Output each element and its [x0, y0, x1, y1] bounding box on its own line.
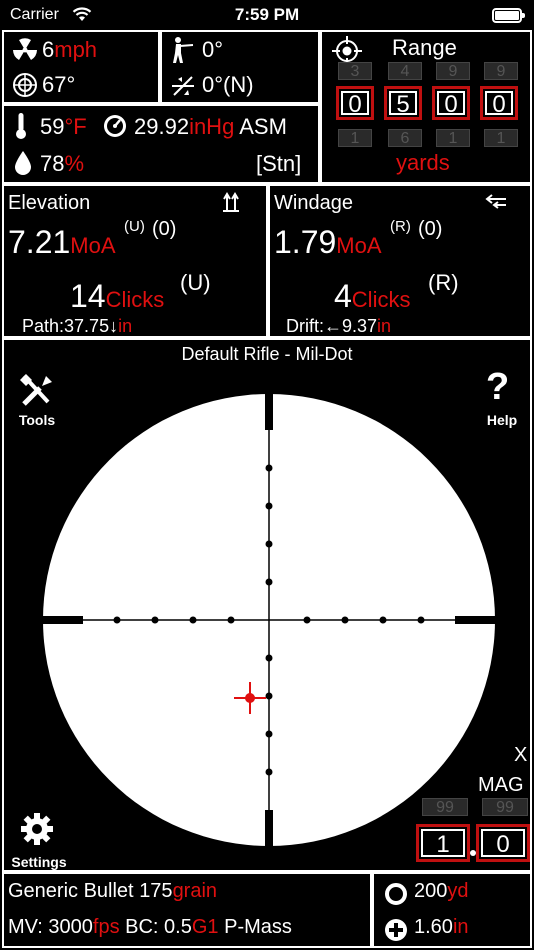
elevation-moa: 7.21MoA [8, 224, 116, 260]
tools-icon[interactable] [18, 372, 54, 408]
windage-clicks-direction: (R) [428, 270, 459, 295]
help-icon[interactable]: ? [486, 366, 509, 409]
range-digit-below: 6 [388, 129, 422, 147]
wind-direction-icon [13, 73, 37, 97]
status-bar: Carrier 7:59 PM [0, 0, 534, 30]
range-digit-wheel[interactable]: 0 [432, 86, 470, 120]
atmosphere-panel[interactable]: 59°F 29.92inHg ASM 78% [Stn] [2, 104, 320, 184]
range-title: Range [392, 35, 457, 60]
help-label[interactable]: Help [478, 412, 526, 428]
pressure-gauge-icon [104, 115, 126, 137]
shooter-icon [173, 37, 194, 63]
range-digit-above: 4 [388, 62, 422, 80]
incline-angle: 0° [202, 37, 224, 62]
windage-zero: (0) [418, 218, 443, 240]
windage-direction: (R) [390, 218, 411, 235]
elevation-clicks: 14Clicks [70, 278, 165, 314]
radiation-wind-icon [13, 38, 37, 60]
range-digit-wheel[interactable]: 0 [480, 86, 518, 120]
elevation-clicks-direction: (U) [180, 270, 211, 295]
windage-panel[interactable]: Windage 1.79MoA (R) (0) 4Clicks (R) Drif… [268, 184, 532, 338]
wind-speed: 6mph [42, 37, 98, 62]
windage-clicks: 4Clicks [334, 278, 411, 314]
cant-angle: 0°(N) [202, 72, 254, 97]
mag-x-label: X [514, 744, 528, 766]
scope-panel[interactable]: Default Rifle - Mil-Dot Tools ? Help Set… [2, 338, 532, 872]
range-digit-below: 1 [484, 129, 518, 147]
bullet-panel[interactable]: Generic Bullet 175grain MV: 3000fps BC: … [2, 872, 372, 948]
sight-height-plus-icon [385, 919, 407, 941]
windage-drift: Drift:←9.37in [286, 316, 392, 336]
settings-label[interactable]: Settings [6, 854, 72, 870]
reticle[interactable] [4, 340, 530, 870]
humidity: 78% [40, 151, 85, 176]
wind-direction: 67° [42, 72, 76, 97]
station-mode: [Stn] [256, 151, 302, 176]
bullet-ballistics: MV: 3000fps BC: 0.5G1 P-Mass [8, 916, 292, 938]
elevation-up-arrows-icon[interactable] [222, 192, 240, 212]
elevation-path: Path:37.75↓in [22, 316, 133, 336]
elevation-title: Elevation [8, 192, 91, 214]
mag-digit-above: 99 [482, 798, 528, 816]
range-digit-wheel[interactable]: 0 [336, 86, 374, 120]
temperature: 59°F [40, 114, 87, 139]
range-digit-above: 9 [436, 62, 470, 80]
mag-digit-above: 99 [422, 798, 468, 816]
thermometer-icon [16, 113, 26, 139]
mag-digit-wheel[interactable]: 0 [476, 824, 530, 862]
elevation-zero: (0) [152, 218, 177, 240]
elevation-direction: (U) [124, 218, 145, 235]
battery-icon [492, 8, 525, 23]
range-unit: yards [396, 150, 450, 175]
mag-digit-wheel[interactable]: 1 [416, 824, 470, 862]
elevation-panel[interactable]: Elevation 7.21MoA (U) (0) 14Clicks (U) P… [2, 184, 268, 338]
wind-panel[interactable]: 6mph 67° [2, 30, 160, 104]
bullet-name: Generic Bullet 175grain [8, 880, 218, 902]
pressure: 29.92inHg ASM [134, 114, 287, 139]
humidity-drop-icon [15, 151, 31, 175]
status-time: 7:59 PM [234, 5, 300, 24]
range-digit-above: 3 [338, 62, 372, 80]
mag-label: MAG [478, 774, 524, 796]
range-digit-below: 1 [436, 129, 470, 147]
zero-range-circle-icon [385, 883, 407, 905]
settings-gear-icon[interactable] [20, 812, 54, 846]
range-digit-wheel[interactable]: 5 [384, 86, 422, 120]
windage-left-arrows-icon[interactable] [484, 194, 508, 210]
windage-title: Windage [274, 192, 353, 214]
zero-panel[interactable]: 200yd 1.60in [372, 872, 532, 948]
zero-range: 200yd [414, 880, 469, 902]
sight-height: 1.60in [414, 916, 469, 938]
cant-icon [172, 76, 194, 96]
windage-moa: 1.79MoA [274, 224, 382, 260]
range-panel[interactable]: Range 3 4 9 9 0 5 0 0 1 6 1 1 yards [320, 30, 532, 184]
range-digit-above: 9 [484, 62, 518, 80]
range-digit-below: 1 [338, 129, 372, 147]
tools-label[interactable]: Tools [12, 412, 62, 428]
angle-panel[interactable]: 0° 0°(N) [160, 30, 320, 104]
